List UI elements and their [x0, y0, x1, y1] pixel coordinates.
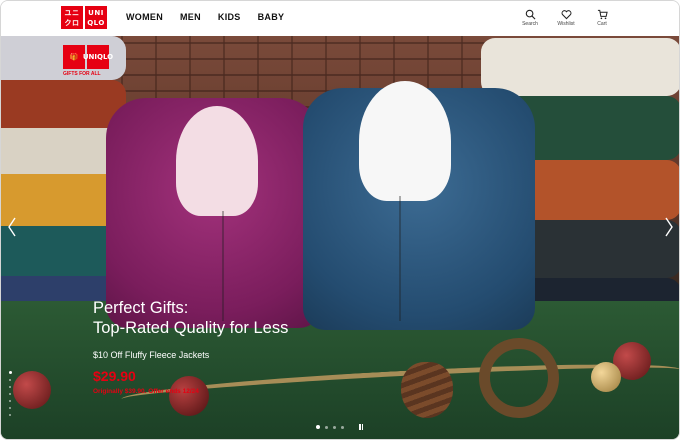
ornament [169, 376, 209, 416]
cart-icon [597, 9, 608, 20]
logo-jp-block: ユニ クロ [61, 6, 83, 29]
vertical-indicator-dot[interactable] [9, 407, 11, 409]
nav-baby[interactable]: BABY [258, 12, 285, 22]
hero-uniqlo-logo: 🎁 UNI QLO [63, 45, 113, 69]
chevron-right-icon [665, 217, 673, 237]
hero-logo-block: UNI QLO [83, 45, 113, 69]
folded-fleece [481, 38, 679, 96]
hero-gift-block: 🎁 [63, 45, 85, 69]
brand-tagline: GIFTS FOR ALL [63, 71, 101, 77]
carousel-pause-button[interactable] [359, 424, 363, 430]
vertical-carousel-indicator [9, 371, 12, 416]
hero-caption: Perfect Gifts: Top-Rated Quality for Les… [93, 298, 289, 395]
hero-carousel[interactable]: 🎁 UNI QLO GIFTS FOR ALL Perfect Gifts: To… [1, 36, 679, 439]
uniqlo-logo[interactable]: ユニ クロ UNI QLO [61, 6, 107, 29]
carousel-dots [316, 424, 363, 430]
heart-icon [561, 10, 571, 20]
site-header: ユニ クロ UNI QLO WOMEN MEN KIDS BABY Search… [1, 1, 679, 37]
carousel-dot-3[interactable] [333, 425, 336, 429]
vertical-indicator-dot[interactable] [9, 400, 11, 402]
headline-line-1: Perfect Gifts: [93, 299, 189, 317]
pinecone [401, 362, 453, 418]
vertical-indicator-dot[interactable] [9, 414, 11, 416]
carousel-prev-button[interactable] [6, 216, 18, 238]
sale-price: $29.90 [93, 368, 136, 384]
pause-icon [359, 424, 361, 430]
cart-label: Cart [597, 21, 607, 27]
search-label: Search [522, 21, 538, 27]
vertical-indicator-dot[interactable] [9, 386, 11, 388]
search-icon [525, 9, 535, 20]
white-turtleneck [359, 81, 451, 201]
chevron-left-icon [8, 217, 16, 237]
nav-kids[interactable]: KIDS [218, 12, 241, 22]
cart-button[interactable]: Cart [591, 9, 613, 27]
ornament [13, 371, 51, 409]
wreath [479, 338, 559, 418]
original-price-note: Originally $39.90. Offer ends 12/24 [93, 388, 199, 395]
main-nav: WOMEN MEN KIDS BABY [126, 12, 284, 22]
vertical-indicator-dot[interactable] [9, 393, 11, 395]
nav-women[interactable]: WOMEN [126, 12, 163, 22]
carousel-dot-4[interactable] [341, 425, 344, 429]
search-button[interactable]: Search [519, 9, 541, 27]
folded-fleece [1, 80, 126, 128]
browser-frame: ユニ クロ UNI QLO WOMEN MEN KIDS BABY Search… [0, 0, 680, 440]
nav-men[interactable]: MEN [180, 12, 201, 22]
header-utilities: Search Wishlist Cart [519, 9, 613, 27]
offer-text[interactable]: $10 Off Fluffy Fleece Jackets [93, 350, 293, 360]
wishlist-label: Wishlist [557, 21, 575, 27]
vertical-indicator-dot[interactable] [9, 371, 12, 374]
carousel-dot-2[interactable] [325, 425, 328, 429]
wishlist-button[interactable]: Wishlist [555, 9, 577, 27]
jacket-zipper [399, 196, 401, 321]
pink-turtleneck [176, 106, 258, 216]
gold-ornament [591, 362, 621, 392]
carousel-next-button[interactable] [663, 216, 675, 238]
vertical-indicator-dot[interactable] [9, 379, 11, 381]
headline-line-2: Top-Rated Quality for Less [93, 319, 289, 337]
logo-en-block: UNI QLO [85, 6, 107, 29]
carousel-dot-1[interactable] [316, 425, 320, 429]
